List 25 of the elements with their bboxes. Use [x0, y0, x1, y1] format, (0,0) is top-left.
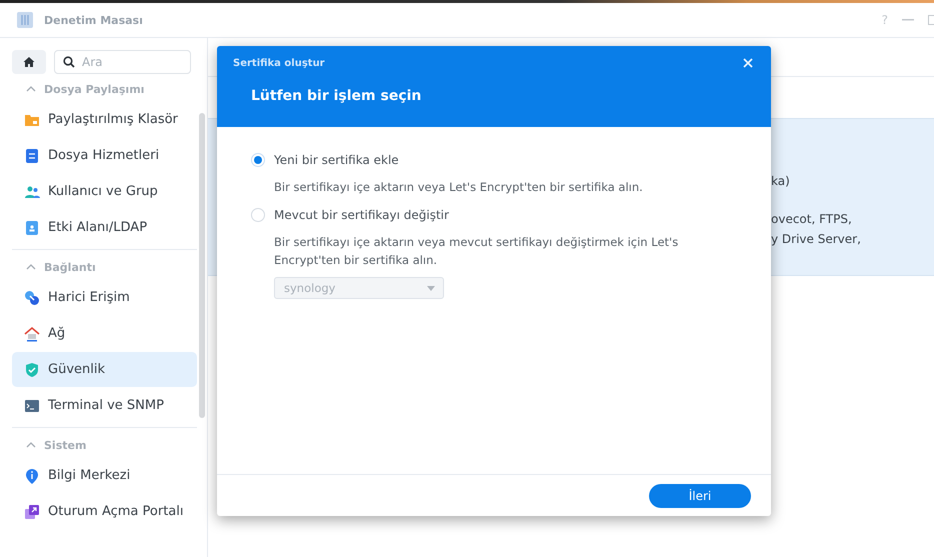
- sidebar-item[interactable]: Bilgi Merkezi: [12, 458, 197, 493]
- dialog-title: Sertifika oluştur: [233, 58, 325, 68]
- group-heading: Dosya Paylaşımı: [44, 82, 144, 96]
- sidebar-item[interactable]: Dosya Hizmetleri: [12, 138, 197, 173]
- sidebar-item[interactable]: Kullanıcı ve Grup: [12, 174, 197, 209]
- option-description: Bir sertifikayı içe aktarın veya Let's Encrypt'ten bir sertifika alın.: [274, 179, 644, 196]
- option-label: Mevcut bir sertifikayı değiştir: [274, 208, 449, 222]
- sidebar-item[interactable]: Terminal ve SNMP: [12, 388, 197, 423]
- group-heading: Bağlantı: [44, 260, 96, 274]
- search-field[interactable]: Ara: [54, 50, 191, 74]
- dialog-heading: Lütfen bir işlem seçin: [250, 88, 422, 104]
- group-heading: Sistem: [44, 438, 86, 452]
- option-description: Bir sertifikayı içe aktarın veya mevcut sertifikayı değiştirmek için Let's Encrypt'ten bir sertifika alın.: [274, 234, 680, 269]
- sidebar-item[interactable]: Oturum Açma Portalı: [12, 494, 197, 529]
- sidebar-item[interactable]: Paylaştırılmış Klasör: [12, 102, 197, 137]
- sidebar-item[interactable]: Harici Erişim: [12, 280, 197, 315]
- info-text: ka): [771, 173, 791, 190]
- option-label: Yeni bir sertifika ekle: [274, 153, 399, 167]
- sidebar-item[interactable]: Etki Alanı/LDAP: [12, 210, 197, 245]
- info-text: ovecot, FTPS,: [771, 211, 853, 228]
- sidebar-item[interactable]: Güvenlik: [12, 352, 197, 387]
- sidebar-item[interactable]: Ağ: [12, 316, 197, 351]
- info-text: y Drive Server,: [771, 231, 862, 248]
- next-button[interactable]: İleri: [649, 484, 751, 508]
- window-title: Denetim Masası: [44, 14, 144, 26]
